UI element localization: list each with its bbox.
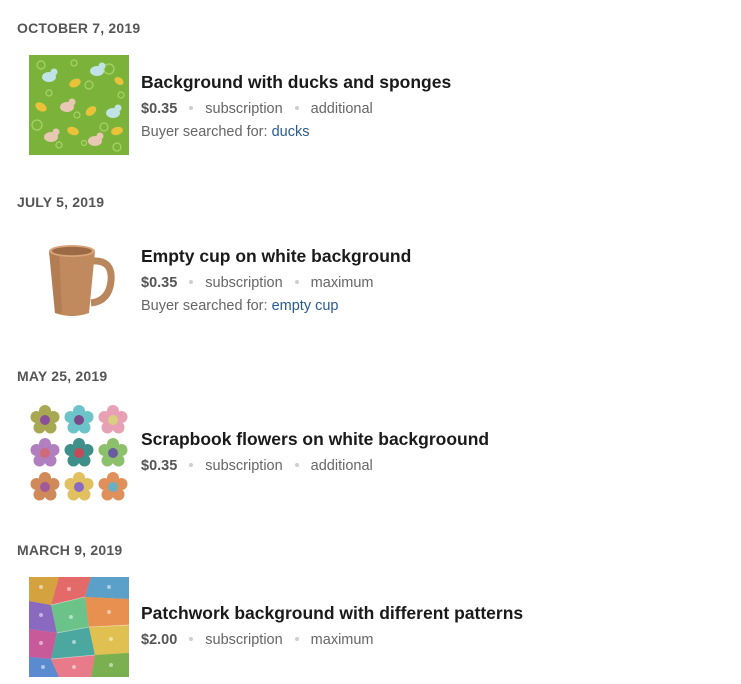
- size-type: maximum: [310, 275, 374, 291]
- search-term-link[interactable]: empty cup: [272, 298, 339, 314]
- item-meta: $2.00 subscription maximum: [141, 632, 523, 648]
- license-type: subscription: [205, 275, 283, 291]
- separator-dot: [189, 637, 194, 642]
- size-type: maximum: [310, 632, 374, 648]
- size-type: additional: [310, 101, 373, 117]
- item-meta: $0.35 subscription maximum: [141, 275, 411, 291]
- separator-dot: [294, 463, 299, 468]
- search-term-link[interactable]: ducks: [272, 124, 310, 140]
- separator-dot: [189, 280, 194, 285]
- item-price: $0.35: [141, 101, 178, 117]
- item-price: $0.35: [141, 275, 178, 291]
- ducks-sponges-thumbnail[interactable]: [29, 55, 129, 155]
- separator-dot: [294, 106, 299, 111]
- buyer-search: Buyer searched for: empty cup: [141, 298, 411, 314]
- separator-dot: [294, 637, 299, 642]
- sale-date: JULY 5, 2019: [17, 194, 105, 210]
- separator-dot: [189, 463, 194, 468]
- license-type: subscription: [205, 632, 283, 648]
- size-type: additional: [310, 458, 373, 474]
- sale-date: OCTOBER 7, 2019: [17, 20, 141, 36]
- search-prefix: Buyer searched for:: [141, 298, 268, 314]
- buyer-search: Buyer searched for: ducks: [141, 124, 451, 140]
- item-meta: $0.35 subscription additional: [141, 458, 489, 474]
- sale-date: MARCH 9, 2019: [17, 542, 123, 558]
- item-meta: $0.35 subscription additional: [141, 101, 451, 117]
- patchwork-thumbnail[interactable]: [29, 577, 129, 677]
- sale-date: MAY 25, 2019: [17, 368, 108, 384]
- item-title[interactable]: Patchwork background with different patt…: [141, 603, 523, 624]
- cup-thumbnail[interactable]: [29, 229, 129, 329]
- item-price: $2.00: [141, 632, 178, 648]
- separator-dot: [294, 280, 299, 285]
- separator-dot: [189, 106, 194, 111]
- license-type: subscription: [205, 101, 283, 117]
- item-price: $0.35: [141, 458, 178, 474]
- search-prefix: Buyer searched for:: [141, 124, 268, 140]
- flowers-thumbnail[interactable]: [29, 403, 129, 503]
- item-title[interactable]: Scrapbook flowers on white backgroound: [141, 429, 489, 450]
- license-type: subscription: [205, 458, 283, 474]
- item-title[interactable]: Background with ducks and sponges: [141, 72, 451, 93]
- item-title[interactable]: Empty cup on white background: [141, 246, 411, 267]
